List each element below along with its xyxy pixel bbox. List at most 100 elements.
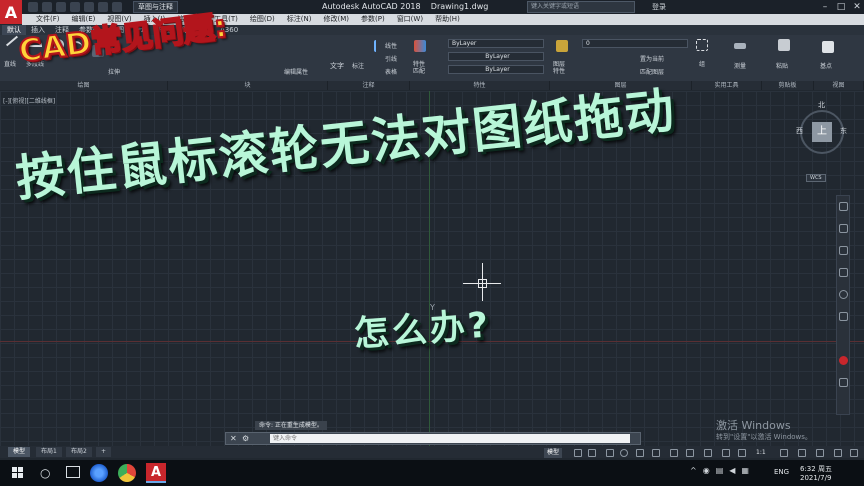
input-language[interactable]: ENG bbox=[774, 468, 789, 476]
tray-app-icon[interactable]: ◉ bbox=[703, 466, 710, 475]
group-icon[interactable] bbox=[696, 39, 708, 51]
table-button[interactable]: 表格 bbox=[385, 67, 397, 76]
panel-utilities[interactable]: 实用工具 bbox=[692, 81, 762, 90]
dimension-button[interactable]: 标注 bbox=[352, 61, 364, 70]
ortho-icon[interactable] bbox=[606, 449, 614, 457]
leader-button[interactable]: 引线 bbox=[385, 54, 397, 63]
stretch-button[interactable]: 拉伸 bbox=[108, 67, 120, 76]
wrench-icon[interactable]: ⚙ bbox=[242, 433, 249, 444]
linetype-select[interactable]: ByLayer bbox=[448, 52, 544, 61]
compass-west[interactable]: 西 bbox=[796, 126, 803, 136]
menu-draw[interactable]: 绘图(D) bbox=[244, 14, 281, 25]
close-icon[interactable]: ✕ bbox=[230, 433, 237, 444]
full-navigation-wheel-icon[interactable] bbox=[839, 202, 848, 211]
selection-cycling-icon[interactable] bbox=[704, 449, 712, 457]
layer-properties-icon[interactable] bbox=[556, 40, 568, 52]
base-point-button[interactable]: 基点 bbox=[820, 61, 832, 70]
tab-layout1[interactable]: 布局1 bbox=[36, 447, 62, 457]
network-icon[interactable]: ▤ bbox=[716, 466, 724, 475]
rectangle-icon[interactable] bbox=[839, 312, 848, 321]
volume-icon[interactable]: ◀ bbox=[729, 466, 735, 475]
polar-icon[interactable] bbox=[620, 449, 628, 457]
tab-model[interactable]: 模型 bbox=[8, 447, 31, 457]
group-button[interactable]: 组 bbox=[699, 59, 705, 68]
isolate-objects-icon[interactable] bbox=[816, 449, 824, 457]
measure-icon[interactable] bbox=[734, 43, 746, 49]
save-icon[interactable] bbox=[56, 2, 66, 12]
tray-grid-icon[interactable]: ▦ bbox=[741, 466, 749, 475]
signin-button[interactable]: 登录 bbox=[652, 2, 666, 12]
edit-attribute-button[interactable]: 编辑属性 bbox=[284, 67, 308, 76]
zoom-extents-icon[interactable] bbox=[839, 246, 848, 255]
settings-icon[interactable] bbox=[839, 378, 848, 387]
auto-scale-icon[interactable] bbox=[738, 449, 746, 457]
maximize-icon[interactable]: □ bbox=[834, 1, 848, 13]
match-properties-button[interactable]: 特性 匹配 bbox=[413, 61, 425, 75]
viewport-controls[interactable]: [-][俯视][二维线框] bbox=[3, 96, 55, 105]
panel-annotation[interactable]: 注释 bbox=[328, 81, 410, 90]
menu-modify[interactable]: 修改(M) bbox=[317, 14, 355, 25]
panel-block[interactable]: 块 bbox=[168, 81, 328, 90]
layer-properties-button[interactable]: 图层 特性 bbox=[553, 61, 565, 75]
paste-icon[interactable] bbox=[778, 39, 790, 51]
annotation-scale[interactable]: 1:1 bbox=[756, 448, 766, 458]
customization-icon[interactable] bbox=[850, 449, 858, 457]
chrome-icon[interactable] bbox=[118, 464, 136, 482]
model-space-toggle[interactable]: 模型 bbox=[544, 448, 563, 458]
annotation-visibility-icon[interactable] bbox=[722, 449, 730, 457]
color-select[interactable]: ByLayer bbox=[448, 39, 544, 48]
menu-parametric[interactable]: 参数(P) bbox=[355, 14, 391, 25]
menu-dimension[interactable]: 标注(N) bbox=[281, 14, 318, 25]
workspace-switch-icon[interactable] bbox=[780, 449, 788, 457]
close-icon[interactable]: ✕ bbox=[850, 1, 864, 13]
set-current-button[interactable]: 置为当前 bbox=[640, 54, 664, 63]
base-point-icon[interactable] bbox=[822, 41, 834, 53]
cube-face-top[interactable]: 上 bbox=[812, 122, 832, 142]
linear-button[interactable]: 线性 bbox=[385, 41, 397, 50]
clock-date[interactable]: 2021/7/9 bbox=[800, 474, 831, 482]
text-button[interactable]: 文字 bbox=[330, 61, 344, 71]
compass-north[interactable]: 北 bbox=[818, 100, 825, 110]
measure-button[interactable]: 测量 bbox=[734, 61, 746, 70]
autocad-logo-button[interactable]: A bbox=[0, 0, 22, 24]
match-properties-icon[interactable] bbox=[414, 40, 426, 52]
clean-screen-icon[interactable] bbox=[834, 449, 842, 457]
otrack-icon[interactable] bbox=[652, 449, 660, 457]
print-icon[interactable] bbox=[84, 2, 94, 12]
tab-layout2[interactable]: 布局2 bbox=[66, 447, 92, 457]
search-input[interactable]: 键入关键字或短语 bbox=[527, 1, 635, 13]
osnap-icon[interactable] bbox=[636, 449, 644, 457]
redo-icon[interactable] bbox=[112, 2, 122, 12]
autocad-taskbar-icon[interactable]: A bbox=[146, 463, 166, 483]
search-icon[interactable]: ○ bbox=[40, 466, 50, 480]
task-view-icon[interactable] bbox=[66, 466, 80, 478]
grid-icon[interactable] bbox=[574, 449, 582, 457]
wcs-menu[interactable]: WCS bbox=[806, 174, 826, 182]
line-icon[interactable] bbox=[5, 35, 19, 47]
transparency-icon[interactable] bbox=[686, 449, 694, 457]
panel-clipboard[interactable]: 剪贴板 bbox=[762, 81, 814, 90]
compass-east[interactable]: 东 bbox=[840, 126, 847, 136]
orbit-icon[interactable] bbox=[839, 268, 848, 277]
new-icon[interactable] bbox=[28, 2, 38, 12]
pan-icon[interactable] bbox=[839, 224, 848, 233]
layer-select[interactable]: 0 bbox=[582, 39, 688, 48]
add-layout-icon[interactable]: + bbox=[96, 447, 112, 457]
record-icon[interactable] bbox=[839, 356, 848, 365]
fan-app-icon[interactable] bbox=[90, 464, 108, 482]
line-button[interactable]: 直线 bbox=[4, 59, 16, 68]
showmotion-icon[interactable] bbox=[839, 290, 848, 299]
save-as-icon[interactable] bbox=[70, 2, 80, 12]
clock-time[interactable]: 6:32 周五 bbox=[800, 464, 832, 474]
chevron-up-icon[interactable]: ^ bbox=[690, 466, 697, 475]
lineweight-select[interactable]: ByLayer bbox=[448, 65, 544, 74]
panel-draw[interactable]: 绘图 bbox=[0, 81, 168, 90]
view-cube[interactable]: 北 东 西 上 WCS bbox=[796, 100, 847, 185]
open-icon[interactable] bbox=[42, 2, 52, 12]
menu-window[interactable]: 窗口(W) bbox=[391, 14, 429, 25]
paste-button[interactable]: 粘贴 bbox=[776, 61, 788, 70]
command-input[interactable] bbox=[270, 434, 630, 443]
windows-start-icon[interactable] bbox=[12, 467, 24, 479]
minimize-icon[interactable]: – bbox=[818, 1, 832, 13]
annotation-monitor-icon[interactable] bbox=[798, 449, 806, 457]
